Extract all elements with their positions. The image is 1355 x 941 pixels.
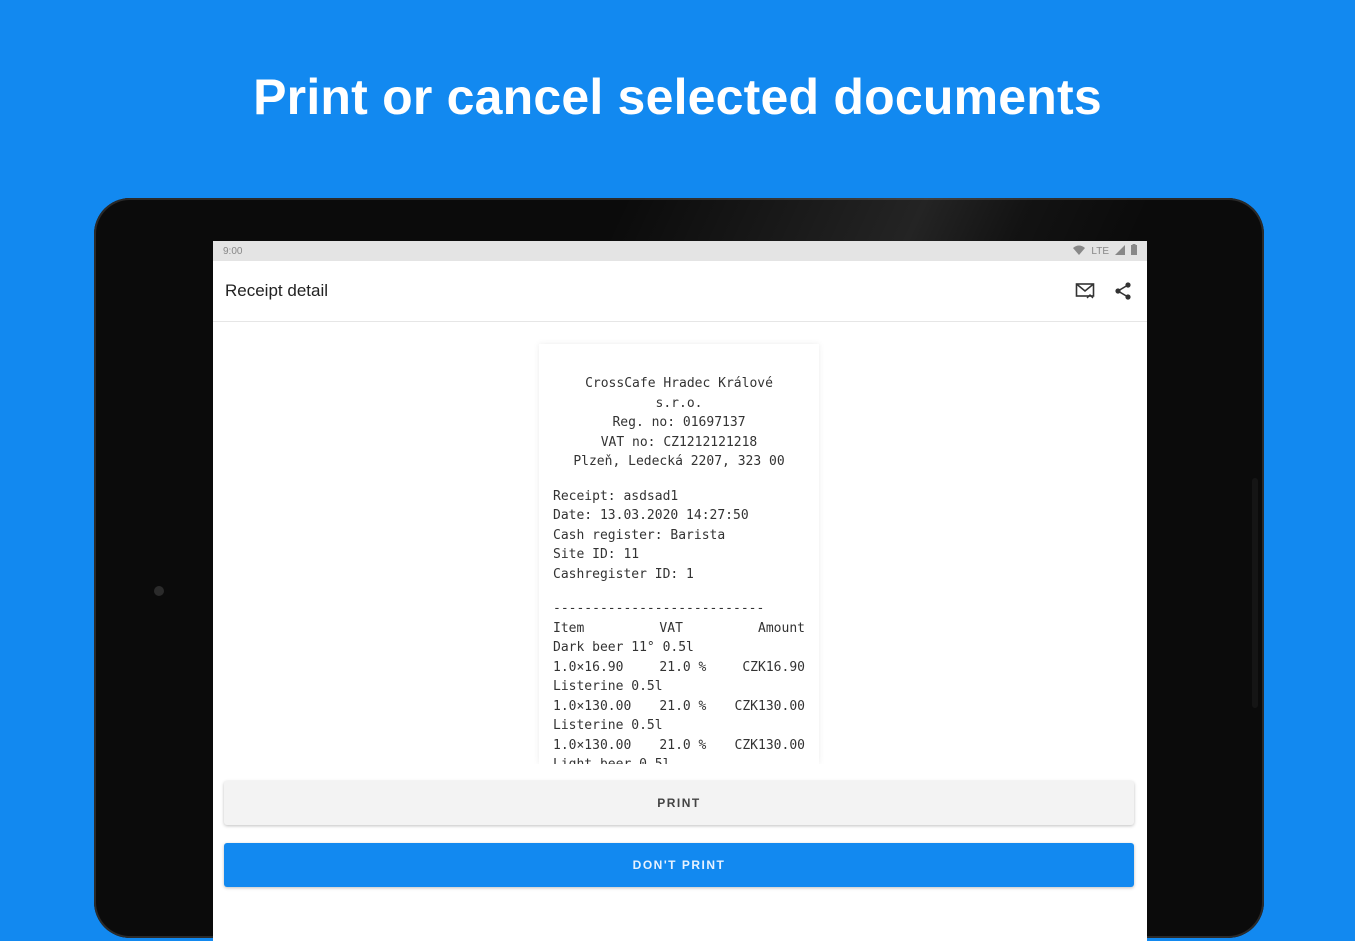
battery-icon [1131, 244, 1137, 258]
email-icon[interactable] [1073, 279, 1097, 303]
tablet-side-button [1252, 478, 1258, 708]
item-vat: 21.0 % [659, 659, 707, 675]
item-amount: CZK130.00 [734, 698, 805, 714]
status-icons: LTE [1073, 244, 1137, 258]
item-name: Listerine 0.5l [553, 679, 663, 694]
camera-dot [154, 586, 164, 596]
item-amount: CZK16.90 [742, 659, 805, 675]
item-name: Listerine 0.5l [553, 718, 663, 733]
page-headline: Print or cancel selected documents [253, 69, 1102, 125]
item-qty-price: 1.0×130.00 [553, 698, 632, 714]
wifi-icon [1073, 245, 1086, 258]
print-button[interactable]: PRINT [224, 781, 1134, 825]
receipt-site-id: Site ID: 11 [553, 547, 640, 562]
item-name: Light beer 0.5l [553, 755, 805, 764]
receipt-content-area[interactable]: CrossCafe Hradec Králové s.r.o. Reg. no:… [213, 322, 1147, 764]
receipt-date: Date: 13.03.2020 14:27:50 [553, 508, 749, 523]
receipt-divider: --------------------------- [553, 601, 765, 616]
item-vat: 21.0 % [659, 698, 707, 714]
receipt-cashregister-id: Cashregister ID: 1 [553, 566, 694, 582]
receipt-column-headers: Item VAT Amount [553, 619, 805, 639]
app-bar: Receipt detail [213, 261, 1147, 322]
item-qty-price: 1.0×16.90 [553, 659, 624, 675]
column-item: Item [553, 620, 585, 636]
receipt-info: Receipt: asdsad1 Date: 13.03.2020 14:27:… [553, 487, 805, 585]
dont-print-button[interactable]: DON'T PRINT [224, 843, 1134, 887]
status-bar: 9:00 LTE [213, 241, 1147, 261]
receipt-vat-no: VAT no: CZ1212121218 [600, 434, 758, 450]
receipt-reg-no: Reg. no: 01697137 [612, 415, 746, 430]
network-label: LTE [1091, 245, 1109, 257]
column-vat: VAT [659, 620, 683, 636]
status-time: 9:00 [223, 245, 243, 257]
receipt-address: Plzeň, Ledecká 2207, 323 00 [573, 454, 785, 469]
item-detail-row: 1.0×130.00 21.0 % CZK130.00 [553, 736, 805, 756]
app-bar-actions [1073, 279, 1135, 303]
item-amount: CZK130.00 [734, 737, 805, 753]
receipt-number: Receipt: asdsad1 [553, 488, 679, 504]
device-screen: 9:00 LTE Receipt detail CrossCafe Hradec… [213, 241, 1147, 941]
share-icon[interactable] [1111, 279, 1135, 303]
item-detail-row: 1.0×130.00 21.0 % CZK130.00 [553, 697, 805, 717]
action-button-area: PRINT DON'T PRINT [213, 764, 1147, 941]
signal-icon [1115, 244, 1125, 258]
receipt-company-suffix: s.r.o. [655, 395, 703, 411]
item-qty-price: 1.0×130.00 [553, 737, 632, 753]
receipt-company: CrossCafe Hradec Králové [585, 376, 773, 391]
receipt-preview: CrossCafe Hradec Králové s.r.o. Reg. no:… [539, 344, 819, 764]
column-amount: Amount [758, 620, 805, 636]
receipt-header: CrossCafe Hradec Králové s.r.o. Reg. no:… [553, 374, 805, 472]
item-vat: 21.0 % [659, 737, 707, 753]
page-title: Receipt detail [225, 281, 329, 300]
receipt-cash-register: Cash register: Barista [553, 527, 726, 543]
item-detail-row: 1.0×16.90 21.0 % CZK16.90 [553, 658, 805, 678]
item-name: Dark beer 11° 0.5l [553, 640, 694, 655]
